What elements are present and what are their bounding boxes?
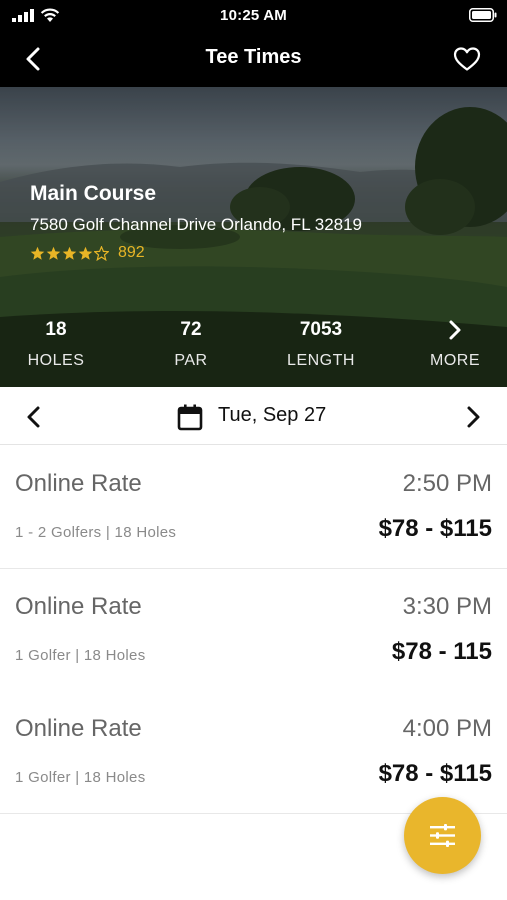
course-rating: 892 <box>30 243 145 263</box>
calendar-icon[interactable] <box>176 403 204 431</box>
previous-date-chevron-icon[interactable] <box>24 404 44 430</box>
status-bar: 10:25 AM <box>0 0 507 32</box>
star-filled-icon <box>62 246 77 260</box>
star-rating <box>30 245 109 261</box>
nav-bar: Tee Times <box>0 32 507 87</box>
rate-details: 1 - 2 Golfers | 18 Holes <box>15 524 177 541</box>
star-filled-icon <box>30 246 45 260</box>
rate-name: Online Rate <box>15 715 142 742</box>
stat-holes-label: HOLES <box>27 352 85 369</box>
tee-time: 2:50 PM <box>402 470 492 497</box>
tee-time-row[interactable]: Online Rate 2:50 PM 1 - 2 Golfers | 18 H… <box>0 446 507 569</box>
date-picker: Tue, Sep 27 <box>0 387 507 445</box>
more-label: MORE <box>430 352 480 369</box>
review-count: 892 <box>118 244 145 261</box>
selected-date[interactable]: Tue, Sep 27 <box>218 404 326 427</box>
tee-time: 3:30 PM <box>402 593 492 620</box>
battery-icon <box>469 8 497 22</box>
filter-button[interactable] <box>404 797 481 874</box>
tee-time-row[interactable]: Online Rate 4:00 PM 1 Golfer | 18 Holes … <box>0 691 507 814</box>
star-filled-icon <box>46 246 61 260</box>
page-title: Tee Times <box>205 46 302 68</box>
stat-length-value: 7053 <box>299 319 343 340</box>
stat-length-label: LENGTH <box>287 352 355 369</box>
more-button[interactable]: MORE <box>405 319 505 370</box>
star-filled-icon <box>78 246 93 260</box>
rate-name: Online Rate <box>15 593 142 620</box>
stat-par: 72 PAR <box>141 319 241 370</box>
stat-holes: 18 HOLES <box>6 319 106 370</box>
rate-price: $78 - $115 <box>378 760 492 787</box>
star-outline-icon <box>94 245 109 261</box>
stat-par-value: 72 <box>180 319 202 340</box>
rate-details: 1 Golfer | 18 Holes <box>15 647 146 664</box>
rate-price: $78 - $115 <box>378 515 492 542</box>
course-address: 7580 Golf Channel Drive Orlando, FL 3281… <box>30 215 363 234</box>
next-date-chevron-icon[interactable] <box>463 404 483 430</box>
chevron-right-icon <box>449 320 461 340</box>
course-name: Main Course <box>30 182 157 205</box>
sliders-icon <box>430 824 455 847</box>
stat-par-label: PAR <box>174 352 208 369</box>
stat-holes-value: 18 <box>45 319 67 340</box>
course-hero: Main Course 7580 Golf Channel Drive Orla… <box>0 87 507 387</box>
rate-name: Online Rate <box>15 470 142 497</box>
rate-price: $78 - 115 <box>391 638 492 665</box>
stat-length: 7053 LENGTH <box>271 319 371 370</box>
tee-time: 4:00 PM <box>402 715 492 742</box>
rate-details: 1 Golfer | 18 Holes <box>15 769 146 786</box>
favorite-heart-icon[interactable] <box>453 46 481 72</box>
tee-time-row[interactable]: Online Rate 3:30 PM 1 Golfer | 18 Holes … <box>0 569 507 692</box>
status-time: 10:25 AM <box>220 7 287 24</box>
